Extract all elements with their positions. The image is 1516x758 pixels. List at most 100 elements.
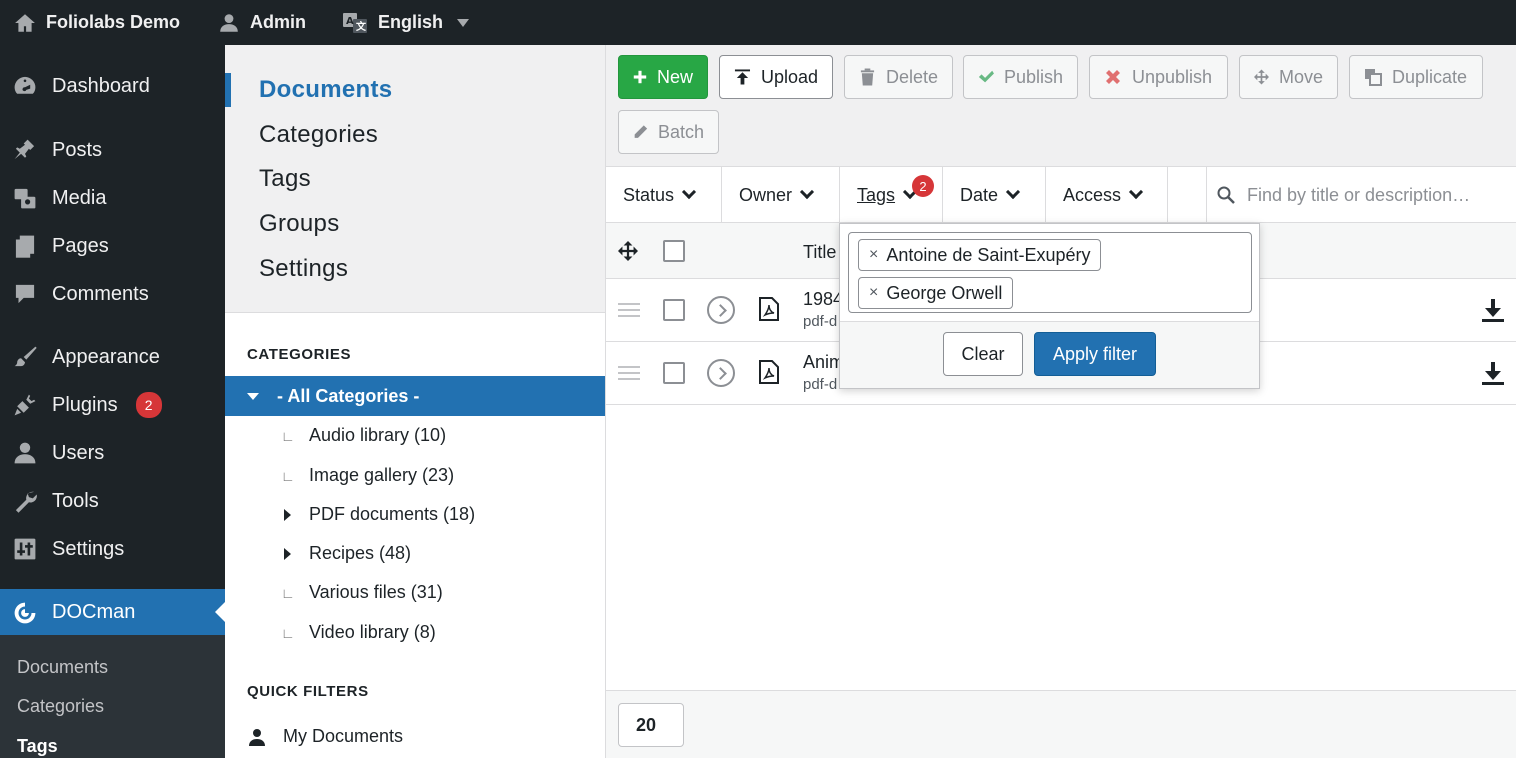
menu-item-media[interactable]: Media xyxy=(0,175,225,221)
document-title[interactable]: Anim xyxy=(803,352,844,373)
settings-icon xyxy=(14,538,36,560)
tag-label: Antoine de Saint-Exupéry xyxy=(886,244,1091,265)
publish-button[interactable]: Publish xyxy=(963,55,1078,99)
category-item[interactable]: PDF documents (18) xyxy=(281,504,475,525)
media-icon xyxy=(14,188,36,209)
category-all[interactable]: - All Categories - xyxy=(225,376,605,416)
publish-label: Publish xyxy=(1003,66,1063,87)
download-icon[interactable] xyxy=(1481,361,1505,385)
apply-filter-button[interactable]: Apply filter xyxy=(1034,332,1156,376)
chevron-down-icon xyxy=(681,184,697,200)
page-limit-select[interactable]: 20 xyxy=(618,703,684,747)
duplicate-button[interactable]: Duplicate xyxy=(1349,55,1483,99)
menu-item-posts[interactable]: Posts xyxy=(0,127,225,173)
title-column-header[interactable]: Title xyxy=(803,242,836,263)
selected-tag: × Antoine de Saint-Exupéry xyxy=(858,239,1102,271)
access-filter-label: Access xyxy=(1063,184,1122,205)
select-all-checkbox[interactable] xyxy=(663,240,685,262)
comments-icon xyxy=(15,284,35,304)
date-filter[interactable]: Date xyxy=(943,167,1046,223)
category-item[interactable]: ∟ Audio library (10) xyxy=(281,425,446,446)
upload-button[interactable]: Upload xyxy=(719,55,833,99)
search-field[interactable]: Find by title or description… xyxy=(1206,167,1516,223)
status-filter-label: Status xyxy=(623,184,675,205)
caret-right-icon[interactable] xyxy=(284,547,291,560)
row-checkbox[interactable] xyxy=(663,299,685,321)
menu-label: Settings xyxy=(52,537,125,560)
popover-footer: Clear Apply filter xyxy=(840,322,1259,388)
language-switcher[interactable]: A文 English xyxy=(328,0,483,45)
nav-tags[interactable]: Tags xyxy=(259,165,311,193)
menu-label: Dashboard xyxy=(52,74,150,97)
move-icon[interactable] xyxy=(618,241,638,261)
nav-settings[interactable]: Settings xyxy=(259,255,348,283)
submenu-documents[interactable]: Documents xyxy=(17,657,108,678)
menu-label: Comments xyxy=(52,282,149,305)
caret-right-icon[interactable] xyxy=(284,508,291,521)
remove-tag-icon[interactable]: × xyxy=(869,246,878,264)
owner-filter[interactable]: Owner xyxy=(722,167,840,223)
menu-label: Users xyxy=(52,441,105,464)
docman-submenu: Documents Categories Tags xyxy=(0,635,225,758)
user-name: Admin xyxy=(250,12,307,32)
tree-branch-icon: ∟ xyxy=(281,427,295,444)
tree-branch-icon: ∟ xyxy=(281,584,295,601)
category-item[interactable]: ∟ Image gallery (23) xyxy=(281,465,454,486)
menu-item-users[interactable]: Users xyxy=(0,430,225,476)
site-name-link[interactable]: Foliolabs Demo xyxy=(0,0,194,45)
batch-button[interactable]: Batch xyxy=(618,110,719,154)
category-all-label: - All Categories - xyxy=(277,385,420,406)
drag-handle-icon[interactable] xyxy=(618,366,640,384)
submenu-categories[interactable]: Categories xyxy=(17,696,104,717)
submenu-tags[interactable]: Tags xyxy=(17,736,58,757)
new-button[interactable]: New xyxy=(618,55,708,99)
category-item[interactable]: Recipes (48) xyxy=(281,543,411,564)
menu-item-dashboard[interactable]: Dashboard xyxy=(0,63,225,109)
menu-item-docman[interactable]: DOCman xyxy=(0,589,225,636)
pdf-file-icon xyxy=(759,297,779,321)
drag-handle-icon[interactable] xyxy=(618,303,640,321)
unpublish-label: Unpublish xyxy=(1132,66,1213,87)
menu-item-comments[interactable]: Comments xyxy=(0,271,225,317)
user-menu[interactable]: Admin xyxy=(204,0,320,45)
menu-item-tools[interactable]: Tools xyxy=(0,478,225,524)
menu-label: Pages xyxy=(52,234,109,257)
trash-icon xyxy=(860,68,875,86)
access-filter[interactable]: Access xyxy=(1046,167,1168,223)
clear-filter-button[interactable]: Clear xyxy=(943,332,1023,376)
category-item[interactable]: ∟ Video library (8) xyxy=(281,622,436,643)
docman-icon xyxy=(14,602,36,623)
tree-branch-icon: ∟ xyxy=(281,467,295,484)
menu-item-appearance[interactable]: Appearance xyxy=(0,334,225,380)
nav-groups[interactable]: Groups xyxy=(259,210,340,238)
quick-filter-my-documents[interactable]: My Documents xyxy=(247,726,403,747)
download-icon[interactable] xyxy=(1481,298,1505,322)
remove-tag-icon[interactable]: × xyxy=(869,284,878,302)
search-placeholder: Find by title or description… xyxy=(1247,184,1471,205)
expand-row-icon[interactable] xyxy=(707,359,735,387)
document-subtitle: pdf-d xyxy=(803,313,838,330)
user-icon xyxy=(249,728,265,746)
category-label: Recipes (48) xyxy=(309,543,412,563)
status-filter[interactable]: Status xyxy=(606,167,722,223)
delete-button[interactable]: Delete xyxy=(844,55,953,99)
nav-categories[interactable]: Categories xyxy=(259,121,378,149)
menu-item-pages[interactable]: Pages xyxy=(0,223,225,269)
unpublish-button[interactable]: Unpublish xyxy=(1089,55,1228,99)
new-label: New xyxy=(656,66,693,87)
expand-row-icon[interactable] xyxy=(707,296,735,324)
row-checkbox[interactable] xyxy=(663,362,685,384)
nav-documents[interactable]: Documents xyxy=(259,76,392,104)
caret-down-icon[interactable] xyxy=(247,392,259,400)
tags-filter[interactable]: Tags 2 xyxy=(840,167,943,223)
admin-menu: Dashboard Posts Media Pages Comments App… xyxy=(0,45,225,758)
document-title[interactable]: 1984 xyxy=(803,289,843,310)
menu-item-settings[interactable]: Settings xyxy=(0,526,225,572)
category-item[interactable]: ∟ Various files (31) xyxy=(281,582,443,603)
plugin-icon xyxy=(14,394,36,416)
move-button[interactable]: Move xyxy=(1239,55,1338,99)
tags-select-field[interactable]: × Antoine de Saint-Exupéry × George Orwe… xyxy=(848,232,1252,313)
current-menu-arrow xyxy=(215,602,225,622)
plus-icon xyxy=(633,70,647,84)
menu-item-plugins[interactable]: Plugins 2 xyxy=(0,382,225,428)
